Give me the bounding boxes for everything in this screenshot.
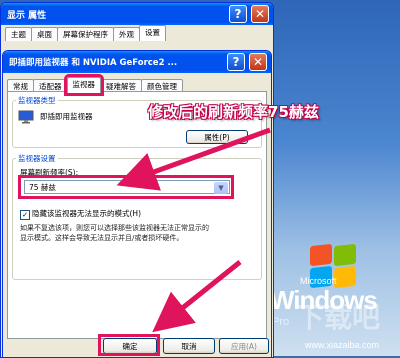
monitor-tab-panel: 监视器类型 即插即用监视器 属性(P) 监视器设置 屏幕刷新频率(S): 75 …: [7, 91, 267, 339]
monitor-properties-titlebar[interactable]: 即插即用监视器 和 NVIDIA GeForce2 ... ? ✕: [3, 51, 271, 73]
monitor-settings-label: 监视器设置: [16, 153, 58, 164]
tab-appearance[interactable]: 外观: [113, 27, 140, 41]
window-title: 显示 属性: [7, 10, 47, 21]
monitor-name: 即插即用监视器: [40, 112, 93, 121]
warning-text-line1: 如果不复选该项，则您可以选择那些该监视器无法正常显示的: [20, 224, 209, 232]
annotation-callout: 修改后的刷新频率75赫兹: [148, 103, 319, 121]
edition-text: Pro: [272, 316, 290, 328]
apply-button[interactable]: 应用(A): [219, 338, 269, 354]
hide-modes-label[interactable]: 隐藏该监视器无法显示的模式(H): [32, 209, 141, 219]
monitor-type-label: 监视器类型: [16, 95, 58, 106]
dialog-title: 即插即用监视器 和 NVIDIA GeForce2 ...: [9, 58, 178, 68]
properties-button[interactable]: 属性(P): [186, 130, 248, 144]
hide-modes-checkbox[interactable]: ✓: [20, 210, 30, 220]
tab-desktop[interactable]: 桌面: [31, 27, 58, 41]
warning-text-line2: 显示模式。这样会导致无法显示并且/或者损坏硬件。: [20, 234, 184, 242]
back-tabs: 主题 桌面 屏幕保护程序 外观 设置: [1, 25, 273, 41]
ok-button-highlight: [98, 334, 160, 356]
help-icon[interactable]: ?: [227, 53, 245, 71]
watermark-url: www.xiazaiba.com: [305, 340, 380, 350]
monitor-properties-window: 即插即用监视器 和 NVIDIA GeForce2 ... ? ✕ 常规 适配器…: [2, 50, 272, 358]
tab-theme[interactable]: 主题: [5, 27, 32, 41]
display-properties-titlebar[interactable]: 显示 属性 ? ✕: [1, 3, 273, 25]
cancel-button[interactable]: 取消: [163, 338, 215, 354]
tab-monitor[interactable]: 监视器: [63, 74, 104, 96]
help-icon[interactable]: ?: [229, 5, 247, 23]
close-icon[interactable]: ✕: [249, 53, 267, 71]
monitor-icon: [18, 110, 34, 124]
tab-screensaver[interactable]: 屏幕保护程序: [57, 27, 114, 41]
close-icon[interactable]: ✕: [251, 5, 269, 23]
refresh-rate-highlight: [18, 175, 234, 199]
watermark: 下载吧: [296, 301, 381, 334]
tab-settings[interactable]: 设置: [139, 25, 166, 41]
